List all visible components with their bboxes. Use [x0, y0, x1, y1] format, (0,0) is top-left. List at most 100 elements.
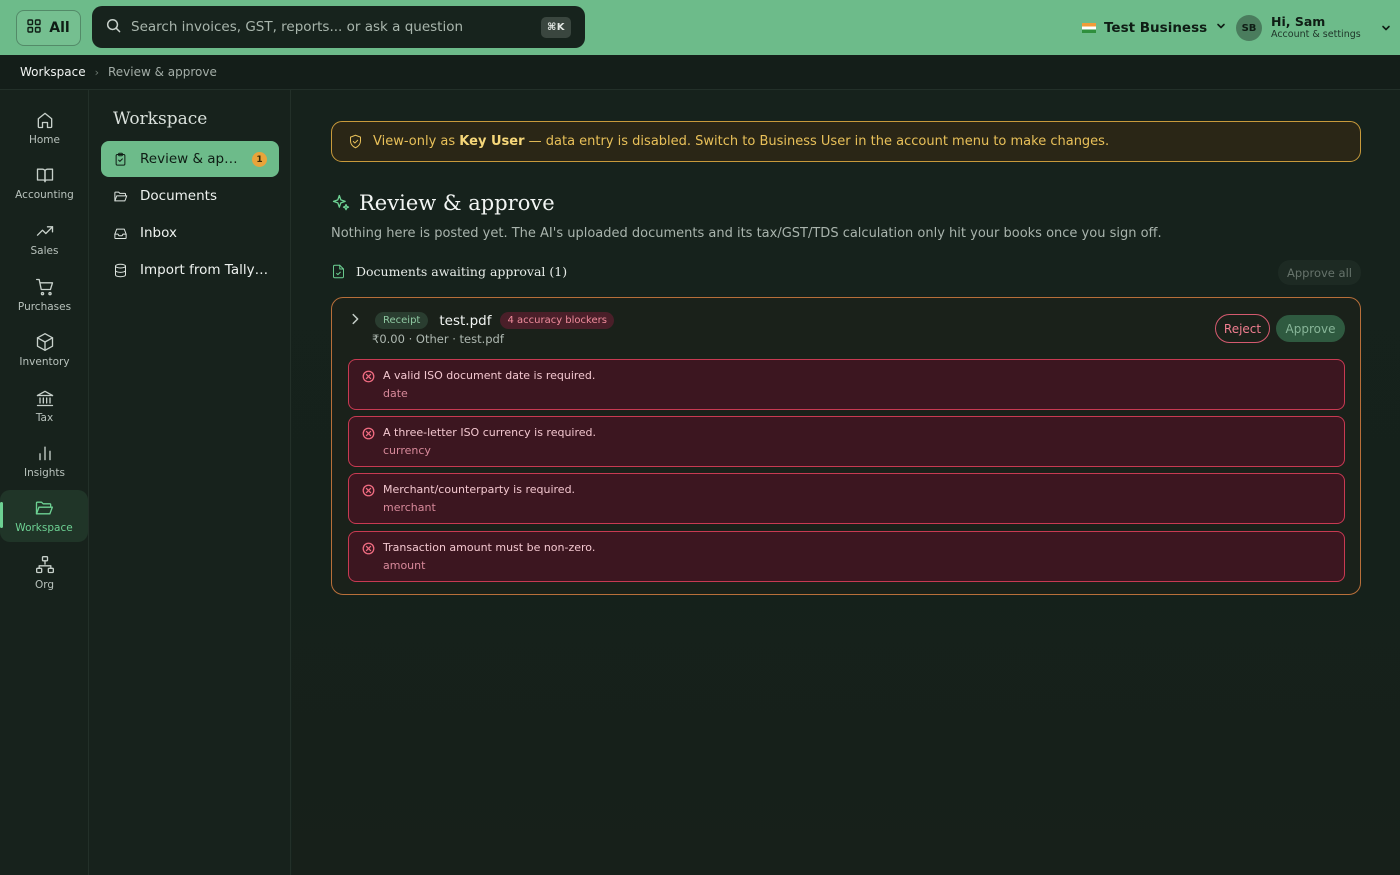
india-flag-icon [1082, 23, 1096, 33]
pending-count-badge: 1 [252, 152, 267, 167]
breadcrumb-root[interactable]: Workspace [20, 65, 86, 79]
rail-label: Workspace [15, 522, 73, 534]
business-name: Test Business [1104, 20, 1208, 36]
chevron-right-icon[interactable] [348, 311, 362, 330]
page-header: Review & approve [331, 191, 555, 215]
document-filename: test.pdf [439, 312, 492, 329]
account-menu[interactable]: SB Hi, Sam Account & settings [1236, 13, 1392, 43]
x-circle-icon [362, 542, 375, 555]
blocker-item: A valid ISO document date is required. d… [348, 359, 1345, 410]
sidebar-item-review-approve[interactable]: Review & appr... 1 [101, 141, 279, 177]
sparkles-icon [332, 194, 350, 211]
box-icon [36, 333, 53, 351]
all-apps-label: All [49, 20, 70, 36]
sidebar-title: Workspace [113, 109, 208, 129]
grid-icon [27, 19, 41, 37]
blocker-item: A three-letter ISO currency is required.… [348, 416, 1345, 467]
rail-item-home[interactable]: Home [0, 103, 89, 153]
org-chart-icon [35, 556, 54, 574]
breadcrumb-current: Review & approve [108, 65, 217, 79]
blocker-message: A three-letter ISO currency is required. [383, 426, 597, 439]
search-shortcut: ⌘K [540, 16, 571, 38]
rail-item-workspace[interactable]: Workspace [0, 490, 88, 542]
database-icon [115, 263, 126, 277]
shield-check-icon [350, 134, 361, 149]
blocker-item: Transaction amount must be non-zero. amo… [348, 531, 1345, 582]
rail-item-sales[interactable]: Sales [0, 214, 89, 264]
avatar: SB [1236, 15, 1262, 41]
clipboard-check-icon [115, 152, 126, 166]
business-selector[interactable]: Test Business [1082, 17, 1227, 39]
blocker-item: Merchant/counterparty is required. merch… [348, 473, 1345, 524]
approve-button[interactable]: Approve [1276, 315, 1345, 342]
rail-label: Sales [30, 245, 59, 257]
primary-nav: Home Accounting Sales Purchases Inventor… [0, 90, 89, 875]
blocker-field: amount [383, 559, 426, 572]
sidebar-item-import-tally[interactable]: Import from Tally/... [101, 252, 279, 288]
sidebar-item-inbox[interactable]: Inbox [101, 215, 279, 251]
inbox-icon [114, 228, 127, 239]
rail-label: Purchases [17, 301, 72, 313]
page-title: Review & approve [359, 191, 555, 215]
document-card: Receipt test.pdf 4 accuracy blockers ₹0.… [331, 297, 1361, 595]
x-circle-icon [362, 484, 375, 497]
file-check-icon [333, 264, 344, 279]
section-title: Documents awaiting approval (1) [356, 264, 568, 279]
blockers-badge: 4 accuracy blockers [500, 312, 614, 329]
x-circle-icon [362, 427, 375, 440]
document-type-badge: Receipt [375, 312, 429, 329]
sidebar-item-label: Review & appr... [140, 151, 240, 167]
chevron-right-icon: › [94, 65, 99, 79]
document-meta: ₹0.00 · Other · test.pdf [372, 332, 504, 346]
chevron-down-icon [1215, 20, 1227, 36]
page-description: Nothing here is posted yet. The AI's upl… [331, 226, 1162, 241]
sidebar-item-label: Inbox [140, 225, 177, 241]
approve-all-button[interactable]: Approve all [1278, 260, 1361, 285]
search-placeholder: Search invoices, GST, reports... or ask … [131, 19, 464, 35]
view-only-banner: View-only as Key User — data entry is di… [331, 121, 1361, 162]
blocker-field: date [383, 387, 408, 400]
user-subtitle: Account & settings [1271, 29, 1361, 40]
search-icon [106, 18, 121, 37]
sidebar-item-documents[interactable]: Documents [101, 178, 279, 214]
banner-text: View-only as Key User — data entry is di… [373, 134, 1110, 149]
rail-label: Accounting [15, 189, 74, 201]
top-bar: All Search invoices, GST, reports... or … [0, 0, 1400, 55]
rail-item-org[interactable]: Org [0, 548, 89, 598]
rail-item-tax[interactable]: Tax [0, 381, 89, 431]
trending-up-icon [36, 226, 53, 236]
breadcrumb: Workspace › Review & approve [0, 55, 1400, 90]
all-apps-button[interactable]: All [16, 10, 81, 46]
blocker-field: merchant [383, 501, 436, 514]
rail-item-purchases[interactable]: Purchases [0, 270, 89, 320]
rail-label: Home [28, 134, 60, 146]
home-icon [37, 112, 52, 129]
rail-label: Org [34, 579, 55, 591]
rail-label: Inventory [19, 356, 70, 368]
sidebar-item-label: Documents [140, 188, 217, 204]
rail-item-accounting[interactable]: Accounting [0, 158, 89, 208]
search-input[interactable]: Search invoices, GST, reports... or ask … [92, 6, 585, 48]
blocker-message: Transaction amount must be non-zero. [383, 541, 596, 554]
sidebar-item-label: Import from Tally/... [140, 262, 270, 278]
rail-label: Tax [35, 412, 54, 424]
section-header: Documents awaiting approval (1) [331, 264, 567, 279]
folder-open-icon [114, 191, 128, 201]
blocker-field: currency [383, 444, 431, 457]
bank-icon [36, 390, 53, 407]
bar-chart-icon [38, 446, 51, 461]
cart-icon [35, 278, 53, 296]
rail-item-inventory[interactable]: Inventory [0, 325, 89, 375]
blocker-message: Merchant/counterparty is required. [383, 483, 576, 496]
workspace-sidebar: Workspace Review & appr... 1 Documents I… [89, 90, 291, 875]
chevron-down-icon [1380, 19, 1392, 38]
user-greeting: Hi, Sam [1271, 14, 1326, 29]
folder-open-icon [35, 501, 53, 515]
x-circle-icon [362, 370, 375, 383]
rail-label: Insights [23, 467, 66, 479]
banner-role: Key User [459, 134, 525, 149]
main-content: View-only as Key User — data entry is di… [292, 90, 1400, 875]
rail-item-insights[interactable]: Insights [0, 436, 89, 486]
reject-button[interactable]: Reject [1215, 314, 1270, 343]
book-icon [36, 168, 53, 183]
